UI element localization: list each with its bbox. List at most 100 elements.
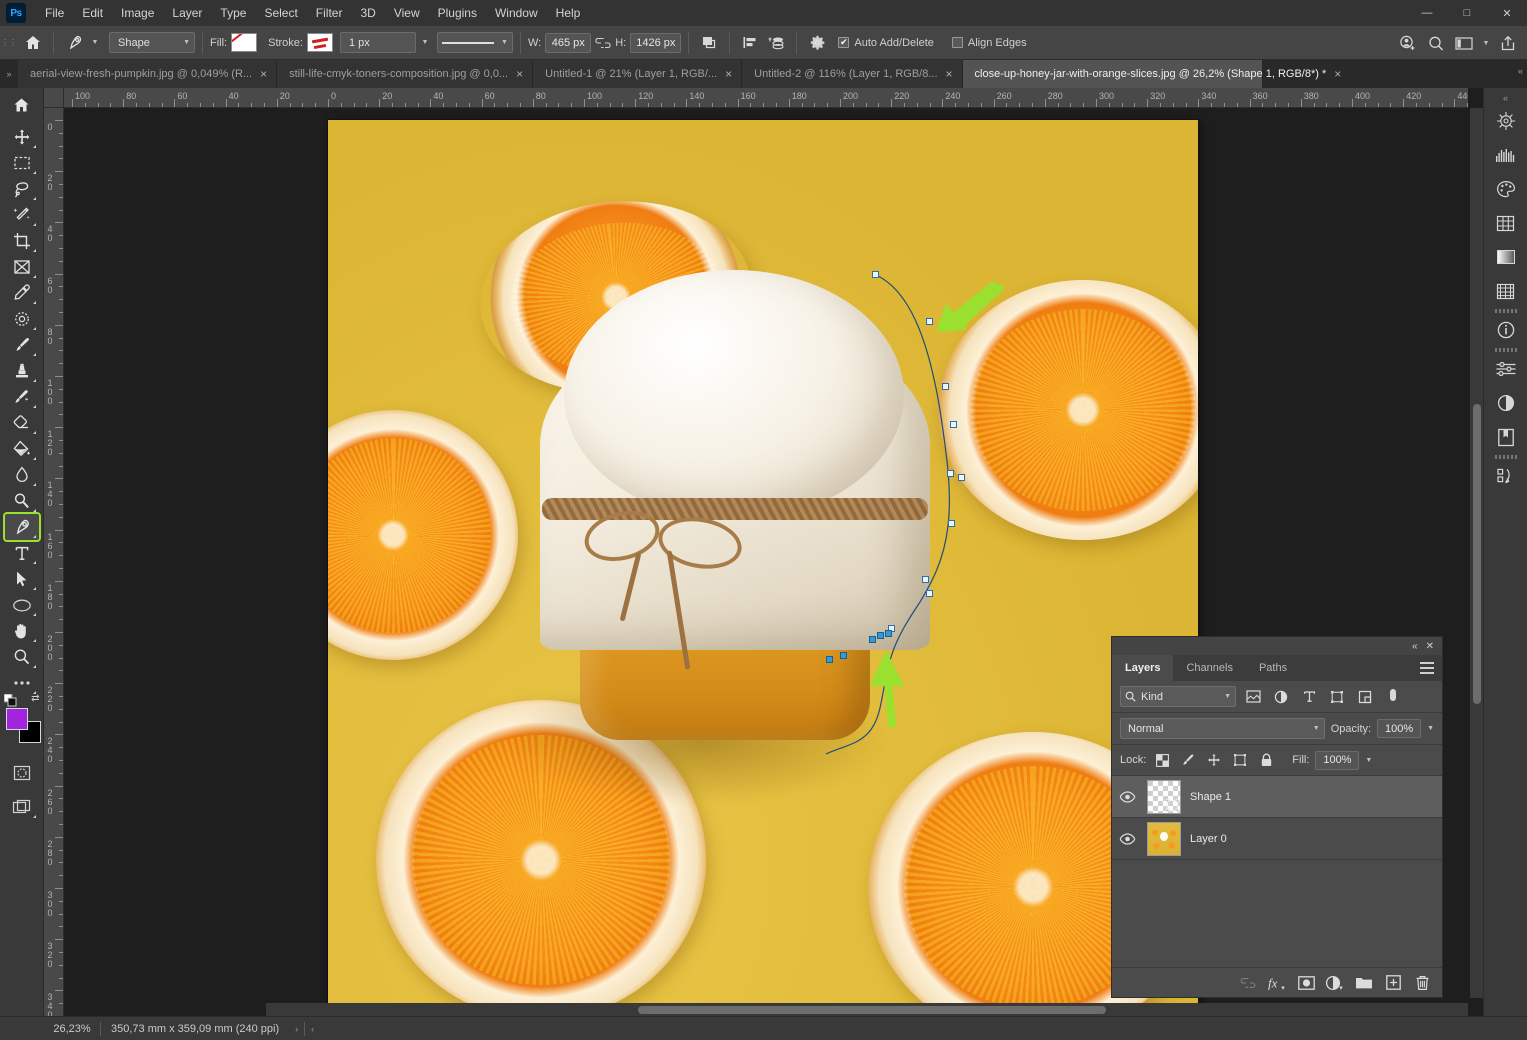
- menu-3d[interactable]: 3D: [351, 2, 384, 24]
- layer-kind-filter[interactable]: Kind ▼: [1120, 686, 1236, 707]
- spot-healing-brush-tool[interactable]: [5, 306, 39, 332]
- canvas-vertical-scroll-thumb[interactable]: [1473, 404, 1481, 704]
- menu-help[interactable]: Help: [547, 2, 590, 24]
- add-user-icon[interactable]: [1395, 31, 1421, 55]
- menu-view[interactable]: View: [385, 2, 429, 24]
- frame-tool[interactable]: [5, 254, 39, 280]
- new-fill-adjustment-button[interactable]: ▾: [1323, 971, 1347, 995]
- width-input[interactable]: 465 px: [545, 32, 592, 53]
- sliders-icon[interactable]: [1489, 352, 1523, 386]
- menu-image[interactable]: Image: [112, 2, 163, 24]
- home-icon[interactable]: [20, 31, 46, 55]
- status-bar-collapse-icon[interactable]: ‹: [305, 1024, 320, 1034]
- document-tab-4[interactable]: close-up-honey-jar-with-orange-slices.jp…: [962, 60, 1341, 88]
- object-selection-tool[interactable]: [5, 202, 39, 228]
- rectangular-marquee-tool[interactable]: [5, 150, 39, 176]
- layer-thumbnail-shape-1[interactable]: [1147, 779, 1181, 814]
- tab-paths[interactable]: Paths: [1246, 655, 1300, 681]
- menu-select[interactable]: Select: [255, 2, 306, 24]
- shape-mode-select[interactable]: Shape ▼: [109, 32, 195, 53]
- menu-window[interactable]: Window: [486, 2, 547, 24]
- menu-edit[interactable]: Edit: [73, 2, 112, 24]
- minimize-button[interactable]: —: [1407, 0, 1447, 26]
- zoom-level[interactable]: 26,23%: [44, 1023, 100, 1035]
- align-edges-checkbox[interactable]: Align Edges: [951, 37, 1031, 49]
- path-anchor-11[interactable]: [885, 630, 892, 637]
- tab-layers[interactable]: Layers: [1112, 655, 1174, 681]
- right-dock-expand-icon[interactable]: «: [1503, 92, 1508, 104]
- path-anchor-7[interactable]: [948, 520, 955, 527]
- link-layers-button[interactable]: [1236, 971, 1260, 995]
- path-anchor-1[interactable]: [872, 271, 879, 278]
- path-selection-tool[interactable]: [5, 566, 39, 592]
- actions-icon[interactable]: [1489, 459, 1523, 493]
- lock-transparent-pixels-icon[interactable]: [1152, 750, 1172, 770]
- dodge-tool[interactable]: [5, 488, 39, 514]
- horizontal-ruler[interactable]: 100 80 60 40 20 0 20 40 60 80 100 120 140 160 180 200 22…: [64, 88, 1468, 108]
- layers-panel-close-icon[interactable]: ✕: [1426, 641, 1434, 652]
- document-tab-4-close-icon[interactable]: ×: [1334, 68, 1341, 80]
- quick-mask-icon[interactable]: [5, 760, 39, 786]
- layer-thumbnail-layer-0[interactable]: [1147, 821, 1181, 856]
- layer-style-button[interactable]: fx ▾: [1265, 971, 1289, 995]
- hand-tool[interactable]: [5, 618, 39, 644]
- document-tab-1-close-icon[interactable]: ×: [516, 68, 523, 80]
- menu-file[interactable]: File: [36, 2, 73, 24]
- history-brush-tool[interactable]: [5, 384, 39, 410]
- adjustment-layer-filter-icon[interactable]: [1270, 686, 1292, 707]
- layers-panel-titlebar[interactable]: « ✕: [1112, 637, 1442, 655]
- vertical-ruler[interactable]: 0 20 40 60 80 100 120 140 160 180 200 220 240 260 280 3…: [44, 108, 64, 1016]
- search-icon[interactable]: [1423, 31, 1449, 55]
- stroke-width-chevron[interactable]: ▼: [416, 31, 434, 55]
- menu-filter[interactable]: Filter: [307, 2, 352, 24]
- ellipse-tool[interactable]: [5, 592, 39, 618]
- document-tab-0[interactable]: aerial-view-fresh-pumpkin.jpg @ 0,049% (…: [18, 60, 278, 88]
- opacity-input[interactable]: 100%: [1377, 719, 1422, 738]
- share-icon[interactable]: [1495, 31, 1521, 55]
- new-group-button[interactable]: [1352, 971, 1376, 995]
- fill-input[interactable]: 100%: [1315, 750, 1360, 770]
- half-circle-icon[interactable]: [1489, 386, 1523, 420]
- path-anchor-12[interactable]: [877, 632, 884, 639]
- menu-plugins[interactable]: Plugins: [429, 2, 486, 24]
- lock-image-pixels-icon[interactable]: [1178, 750, 1198, 770]
- new-layer-button[interactable]: [1381, 971, 1405, 995]
- path-anchor-9[interactable]: [926, 590, 933, 597]
- blur-tool[interactable]: [5, 462, 39, 488]
- layer-name-shape-1[interactable]: Shape 1: [1190, 791, 1231, 803]
- tab-bar-grip[interactable]: »: [0, 60, 18, 88]
- smart-object-filter-icon[interactable]: [1354, 686, 1376, 707]
- layer-list[interactable]: Shape 1 Layer 0: [1112, 776, 1442, 967]
- lock-artboard-nesting-icon[interactable]: [1230, 750, 1250, 770]
- stroke-width-field[interactable]: 1 px: [339, 32, 416, 53]
- pen-tool[interactable]: [2, 512, 41, 542]
- gradient-tool[interactable]: [5, 436, 39, 462]
- path-anchor-14[interactable]: [840, 652, 847, 659]
- eraser-tool[interactable]: [5, 410, 39, 436]
- filter-toggle-icon[interactable]: [1382, 686, 1404, 707]
- layer-name-layer-0[interactable]: Layer 0: [1190, 833, 1227, 845]
- gear-icon[interactable]: [804, 31, 830, 55]
- menu-type[interactable]: Type: [211, 2, 255, 24]
- pen-tool-icon[interactable]: [61, 31, 87, 55]
- stroke-style-select[interactable]: ▼: [436, 32, 513, 53]
- move-tool[interactable]: [5, 124, 39, 150]
- histogram-icon[interactable]: [1489, 138, 1523, 172]
- ruler-corner[interactable]: [44, 88, 64, 108]
- gradient-icon[interactable]: [1489, 240, 1523, 274]
- document-tab-2[interactable]: Untitled-1 @ 21% (Layer 1, RGB/... ×: [533, 60, 743, 88]
- layer-row-shape-1[interactable]: Shape 1: [1112, 776, 1442, 818]
- document-tab-1[interactable]: still-life-cmyk-toners-composition.jpg @…: [277, 60, 534, 88]
- canvas-horizontal-scroll-thumb[interactable]: [638, 1006, 1106, 1014]
- auto-add-delete-checkbox[interactable]: ✔ Auto Add/Delete: [838, 37, 938, 49]
- add-layer-mask-button[interactable]: [1294, 971, 1318, 995]
- pixel-layer-filter-icon[interactable]: [1242, 686, 1264, 707]
- lock-position-icon[interactable]: [1204, 750, 1224, 770]
- path-anchor-3[interactable]: [942, 383, 949, 390]
- workspace-icon[interactable]: [1451, 31, 1477, 55]
- canvas-vertical-scrollbar[interactable]: [1470, 108, 1483, 998]
- panel-menu-icon[interactable]: [1420, 662, 1434, 677]
- foreground-color-swatch[interactable]: [5, 708, 28, 730]
- palette-icon[interactable]: [1489, 172, 1523, 206]
- crop-tool[interactable]: [5, 228, 39, 254]
